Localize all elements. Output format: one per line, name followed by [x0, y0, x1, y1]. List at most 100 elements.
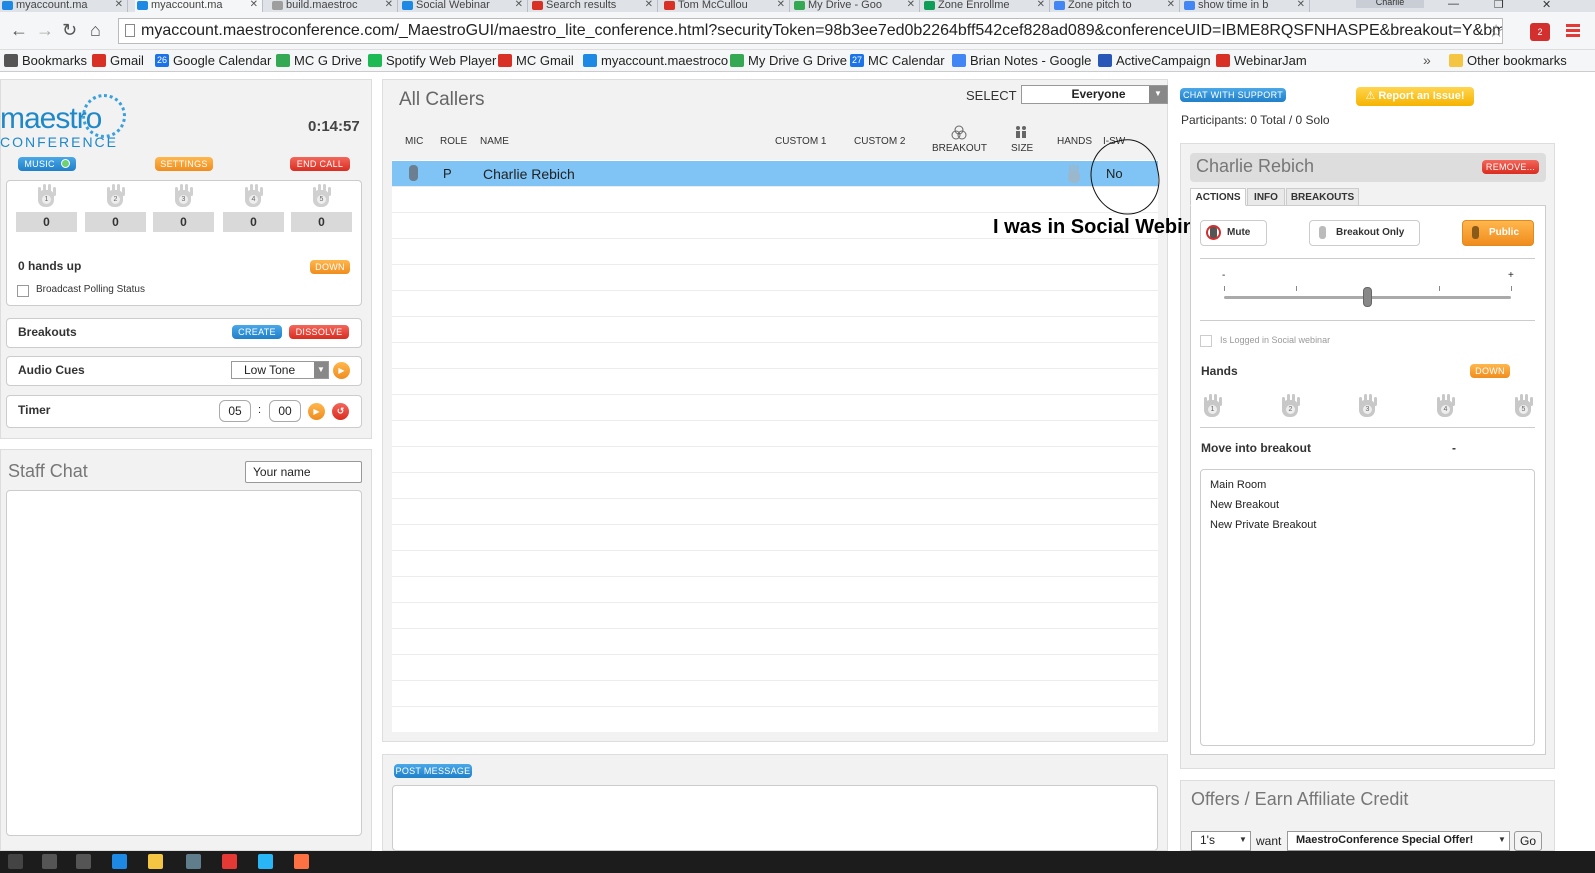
- chat-with-support-button[interactable]: CHAT WITH SUPPORT: [1180, 88, 1286, 102]
- back-icon[interactable]: ←: [10, 21, 28, 39]
- minimize-icon[interactable]: —: [1448, 0, 1459, 10]
- tab-actions[interactable]: ACTIONS: [1190, 188, 1246, 206]
- browser-tab[interactable]: build.maestroc ✕: [270, 0, 398, 12]
- bookmark-item[interactable]: WebinarJam: [1216, 53, 1307, 68]
- breakout-only-button[interactable]: Breakout Only: [1309, 220, 1420, 246]
- post-message-textarea[interactable]: [392, 785, 1158, 851]
- bookmark-item[interactable]: Bookmarks: [4, 53, 87, 68]
- chrome-icon[interactable]: [222, 854, 237, 869]
- browser-tab[interactable]: Tom McCullou ✕: [662, 0, 790, 12]
- select-callers-dropdown[interactable]: Everyone ▼: [1021, 85, 1168, 104]
- music-button[interactable]: MUSIC: [18, 157, 76, 171]
- volume-slider-thumb[interactable]: [1362, 287, 1372, 307]
- close-tab-icon[interactable]: ✕: [250, 0, 258, 10]
- hands-down-button[interactable]: DOWN: [310, 260, 350, 274]
- bookmark-item[interactable]: Spotify Web Player: [368, 53, 496, 68]
- hand-icon[interactable]: 1: [35, 184, 57, 208]
- forward-icon[interactable]: →: [36, 21, 54, 39]
- close-tab-icon[interactable]: ✕: [1297, 0, 1305, 10]
- chrome-menu-icon[interactable]: [1566, 24, 1580, 38]
- browser-tab[interactable]: Zone pitch to ✕: [1052, 0, 1180, 12]
- close-tab-icon[interactable]: ✕: [645, 0, 653, 10]
- mic-icon[interactable]: [409, 165, 418, 181]
- close-tab-icon[interactable]: ✕: [515, 0, 523, 10]
- col-custom2[interactable]: CUSTOM 2: [854, 136, 906, 147]
- hand-icon[interactable]: 4: [1434, 394, 1456, 418]
- hand-icon[interactable]: 4: [242, 184, 264, 208]
- report-issue-button[interactable]: ⚠ Report an Issue!: [1356, 87, 1474, 106]
- col-size[interactable]: SIZE: [1011, 143, 1033, 154]
- bookmark-star-icon[interactable]: ☆: [1488, 21, 1504, 42]
- offer-qty-select[interactable]: 1's ▼: [1191, 831, 1251, 851]
- bookmark-item[interactable]: MC G Drive: [276, 53, 362, 68]
- start-icon[interactable]: [8, 854, 23, 869]
- table-row[interactable]: P Charlie Rebich No: [392, 161, 1158, 186]
- settings-button[interactable]: SETTINGS: [155, 157, 213, 171]
- your-name-input[interactable]: Your name: [245, 461, 362, 483]
- close-tab-icon[interactable]: ✕: [115, 0, 123, 10]
- bookmark-item[interactable]: 27 MC Calendar: [850, 53, 945, 68]
- bookmark-item[interactable]: Brian Notes - Google: [952, 53, 1091, 68]
- extension-badge-icon[interactable]: 2: [1530, 23, 1550, 41]
- search-icon[interactable]: [42, 854, 57, 869]
- timer-reset-icon[interactable]: ↺: [332, 403, 349, 420]
- hand-icon[interactable]: 2: [1279, 394, 1301, 418]
- other-bookmarks[interactable]: Other bookmarks: [1449, 53, 1567, 68]
- browser-tab[interactable]: show time in b ✕: [1182, 0, 1310, 12]
- audio-cue-select[interactable]: Low Tone ▼: [231, 361, 329, 379]
- hand-icon[interactable]: 3: [1356, 394, 1378, 418]
- hand-icon[interactable]: 1: [1201, 394, 1223, 418]
- close-window-icon[interactable]: ✕: [1542, 0, 1551, 11]
- timer-start-icon[interactable]: ▶: [308, 403, 325, 420]
- bookmark-item[interactable]: 26 Google Calendar: [155, 53, 271, 68]
- close-tab-icon[interactable]: ✕: [1037, 0, 1045, 10]
- explorer-icon[interactable]: [148, 854, 163, 869]
- tab-info[interactable]: INFO: [1247, 188, 1285, 206]
- bookmark-item[interactable]: MC Gmail: [498, 53, 574, 68]
- col-name[interactable]: NAME: [480, 136, 509, 147]
- bookmark-item[interactable]: ActiveCampaign: [1098, 53, 1211, 68]
- browser-tab[interactable]: Search results ✕: [530, 0, 658, 12]
- skype-icon[interactable]: [258, 854, 273, 869]
- timer-seconds-input[interactable]: 00: [269, 400, 301, 422]
- bookmark-item[interactable]: Gmail: [92, 53, 144, 68]
- hand-icon[interactable]: 2: [104, 184, 126, 208]
- col-mic[interactable]: MIC: [405, 136, 423, 147]
- timer-minutes-input[interactable]: 05: [219, 400, 251, 422]
- logged-in-checkbox[interactable]: [1200, 335, 1212, 347]
- tab-all-callers[interactable]: All Callers: [391, 81, 496, 115]
- browser-tab[interactable]: Social Webinar ✕: [400, 0, 528, 12]
- go-button[interactable]: Go: [1514, 831, 1542, 851]
- public-button[interactable]: Public: [1462, 220, 1534, 246]
- close-tab-icon[interactable]: ✕: [907, 0, 915, 10]
- col-role[interactable]: ROLE: [440, 136, 467, 147]
- maximize-icon[interactable]: ❐: [1494, 0, 1504, 11]
- hand-icon[interactable]: 5: [310, 184, 332, 208]
- home-icon[interactable]: ⌂: [90, 21, 101, 39]
- col-custom1[interactable]: CUSTOM 1: [775, 136, 827, 147]
- list-item[interactable]: Main Room: [1210, 479, 1266, 491]
- create-breakout-button[interactable]: CREATE: [232, 325, 282, 339]
- app-icon[interactable]: [294, 854, 309, 869]
- browser-tab[interactable]: myaccount.ma ✕: [135, 0, 263, 12]
- reload-icon[interactable]: ↻: [62, 21, 77, 39]
- caller-hands-down-button[interactable]: DOWN: [1470, 364, 1510, 378]
- dissolve-breakout-button[interactable]: DISSOLVE: [289, 325, 349, 339]
- close-tab-icon[interactable]: ✕: [777, 0, 785, 10]
- bookmark-item[interactable]: myaccount.maestroco: [583, 53, 728, 68]
- browser-tab[interactable]: My Drive - Goo ✕: [792, 0, 920, 12]
- url-field[interactable]: myaccount.maestroconference.com/_Maestro…: [118, 18, 1503, 44]
- hand-icon[interactable]: 5: [1512, 394, 1534, 418]
- task-view-icon[interactable]: [76, 854, 91, 869]
- hand-icon[interactable]: 3: [172, 184, 194, 208]
- tab-breakouts[interactable]: BREAKOUTS: [1286, 188, 1359, 206]
- browser-tab[interactable]: Zone Enrollme ✕: [922, 0, 1050, 12]
- end-call-button[interactable]: END CALL: [290, 157, 350, 171]
- store-icon[interactable]: [186, 854, 201, 869]
- play-cue-icon[interactable]: ▶: [333, 362, 350, 379]
- broadcast-polling-checkbox[interactable]: [17, 285, 29, 297]
- remove-caller-button[interactable]: REMOVE...: [1482, 160, 1539, 174]
- edge-icon[interactable]: [112, 854, 127, 869]
- staff-chat-log[interactable]: [6, 490, 362, 836]
- volume-slider-track[interactable]: [1224, 286, 1512, 307]
